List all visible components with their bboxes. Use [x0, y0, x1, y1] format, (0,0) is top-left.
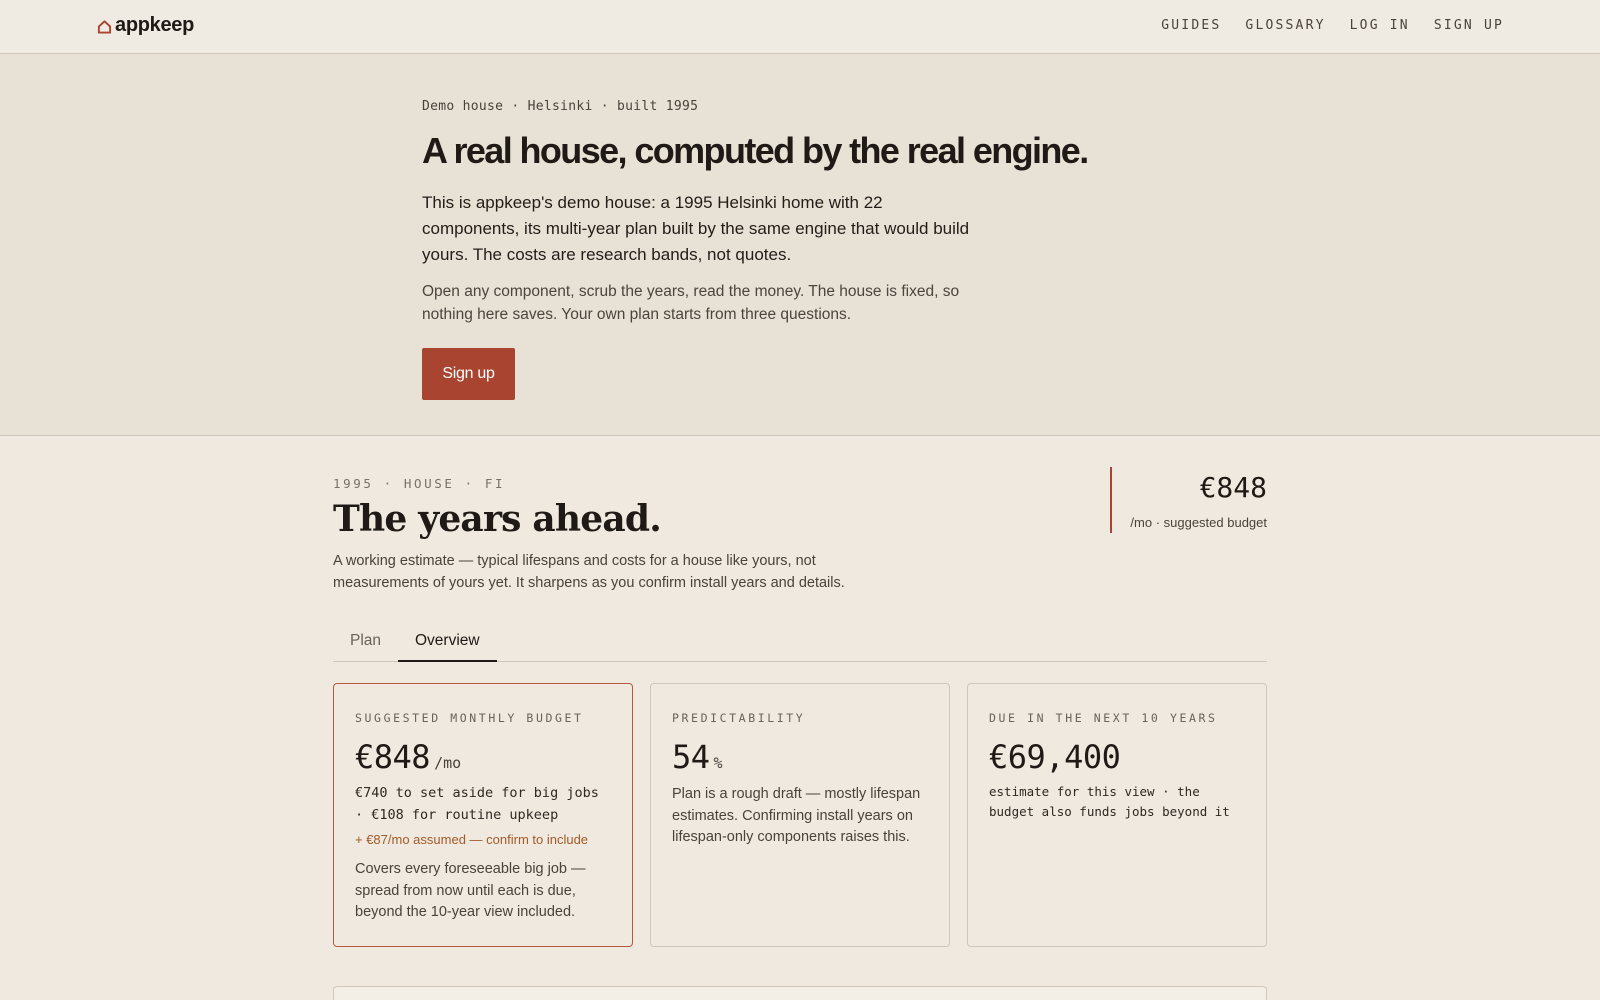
card-value-unit: %: [713, 754, 723, 772]
section-eyebrow: 1995 · HOUSE · FI: [333, 476, 506, 491]
card-value-number: 54: [672, 738, 710, 776]
next-panel: [333, 986, 1267, 1000]
hero-subtext: Open any component, scrub the years, rea…: [422, 283, 960, 323]
card-body: Covers every foreseeable big job — sprea…: [355, 861, 586, 920]
hero-eyebrow: Demo house · Helsinki · built 1995: [422, 99, 699, 114]
card-value: €848 /mo: [355, 738, 611, 776]
logo-text: appkeep: [115, 14, 195, 36]
card-monthly-budget: SUGGESTED MONTHLY BUDGET €848 /mo €740 t…: [333, 683, 633, 947]
budget-callout: €848 /mo · suggested budget: [1110, 467, 1267, 533]
card-value-number: €848: [355, 738, 431, 776]
card-due-next-10-years: DUE IN THE NEXT 10 YEARS €69,400 estimat…: [967, 683, 1267, 947]
nav-link-guides[interactable]: GUIDES: [1161, 18, 1221, 33]
card-value-unit: /mo: [434, 754, 462, 772]
nav-link-sign-up[interactable]: SIGN UP: [1434, 18, 1504, 33]
section-description: A working estimate — typical lifespans a…: [333, 553, 845, 591]
card-value: €69,400: [989, 738, 1245, 776]
budget-amount: €848: [1199, 471, 1267, 504]
tab-plan[interactable]: Plan: [333, 624, 398, 662]
top-nav: appkeep GUIDES GLOSSARY LOG IN SIGN UP: [0, 0, 1600, 54]
card-label: SUGGESTED MONTHLY BUDGET: [355, 711, 584, 725]
card-value-number: €69,400: [989, 738, 1121, 776]
card-note[interactable]: + €87/mo assumed — confirm to include: [355, 832, 611, 847]
house-icon: [97, 20, 112, 34]
nav-link-log-in[interactable]: LOG IN: [1350, 18, 1410, 33]
section-title: The years ahead.: [333, 498, 662, 540]
card-label: DUE IN THE NEXT 10 YEARS: [989, 711, 1218, 725]
budget-label: /mo · suggested budget: [1130, 515, 1267, 530]
nav-links: GUIDES GLOSSARY LOG IN SIGN UP: [1161, 18, 1504, 33]
tab-overview[interactable]: Overview: [398, 624, 497, 662]
card-label: PREDICTABILITY: [672, 711, 806, 725]
card-value: 54 %: [672, 738, 928, 776]
nav-link-glossary[interactable]: GLOSSARY: [1245, 18, 1325, 33]
tab-bar: Plan Overview: [333, 624, 1267, 662]
hero: Demo house · Helsinki · built 1995 A rea…: [0, 54, 1600, 436]
card-detail: €740 to set aside for big jobs · €108 fo…: [355, 785, 599, 823]
logo[interactable]: appkeep: [97, 14, 194, 37]
card-detail: estimate for this view · the budget also…: [989, 784, 1230, 819]
card-body: Plan is a rough draft — mostly lifespan …: [672, 786, 921, 845]
hero-lead: This is appkeep's demo house: a 1995 Hel…: [422, 193, 970, 264]
hero-title: A real house, computed by the real engin…: [422, 130, 1089, 171]
card-predictability: PREDICTABILITY 54 % Plan is a rough draf…: [650, 683, 950, 947]
sign-up-button[interactable]: Sign up: [422, 348, 515, 400]
